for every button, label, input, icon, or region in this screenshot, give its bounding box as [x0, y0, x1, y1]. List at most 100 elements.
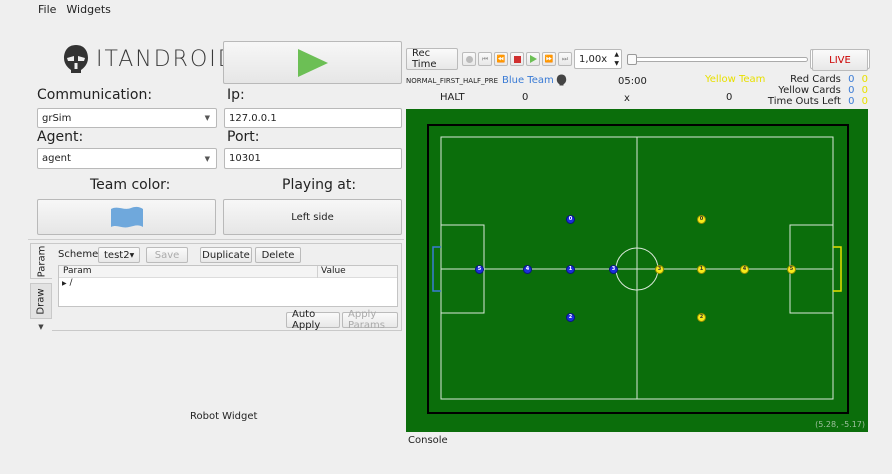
col-divider: [317, 266, 318, 278]
blue-team-label: Blue Team: [502, 74, 567, 86]
blue-robot[interactable]: 4: [523, 265, 532, 274]
red-cards-blue: 0: [848, 74, 855, 85]
vertical-tabs: Param Draw ▼: [30, 243, 52, 341]
yellow-cards-blue: 0: [848, 85, 855, 96]
live-label: LIVE: [829, 54, 851, 66]
rewind-icon[interactable]: ⏪: [494, 52, 508, 66]
delete-button[interactable]: Delete: [255, 247, 301, 263]
yellow-robot[interactable]: 0: [697, 215, 706, 224]
param-tree[interactable]: Param Value ▶ /: [58, 265, 398, 307]
stage-label: NORMAL_FIRST_HALF_PRE: [406, 77, 498, 85]
timeline-slider[interactable]: [627, 54, 808, 65]
scheme-label: Scheme:: [58, 249, 102, 260]
agent-value: agent: [42, 153, 71, 164]
chevron-down-icon: ▼: [129, 251, 135, 259]
yellow-cards-label: Yellow Cards: [778, 85, 841, 96]
yellow-score: 0: [726, 92, 733, 103]
team-color-button[interactable]: [37, 199, 216, 235]
scheme-select[interactable]: test2 ▼: [98, 247, 140, 263]
stop-icon[interactable]: [510, 52, 524, 66]
menu-bar: File Widgets: [0, 0, 892, 18]
robot-head-icon: [64, 45, 88, 73]
yellow-cards-yellow: 0: [861, 85, 868, 96]
match-time: 05:00: [618, 76, 647, 87]
play-small-icon[interactable]: [526, 52, 540, 66]
slider-handle[interactable]: [627, 54, 637, 65]
col-param: Param: [63, 266, 92, 276]
menu-file[interactable]: File: [38, 3, 56, 16]
port-value: 10301: [229, 153, 261, 164]
cursor-coordinates: (5.28, -5.17): [815, 420, 865, 429]
skip-start-icon[interactable]: ⏮: [478, 52, 492, 66]
agent-select[interactable]: agent ▼: [37, 148, 217, 169]
robot-widget-label: Robot Widget: [190, 411, 258, 422]
yellow-robot[interactable]: 3: [655, 265, 664, 274]
timeouts-blue: 0: [848, 96, 855, 107]
cards-panel: Red Cards 0 0 Yellow Cards 0 0 Time Outs…: [756, 74, 868, 107]
fast-forward-icon[interactable]: ⏩: [542, 52, 556, 66]
playback-toolbar: Rec Time ⏮ ⏪ ⏩ ⏭ 1,00x ▲▼ 0: [406, 48, 870, 72]
play-icon: [297, 48, 328, 77]
tab-param-label: Param: [36, 245, 48, 277]
play-button[interactable]: [223, 41, 402, 84]
port-label: Port:: [227, 129, 260, 145]
menu-widgets[interactable]: Widgets: [66, 3, 110, 16]
yellow-cards-row: Yellow Cards 0 0: [756, 85, 868, 96]
tab-scroll-down-icon[interactable]: ▼: [30, 321, 52, 333]
tree-header: Param Value: [59, 266, 397, 278]
blue-robot[interactable]: 1: [566, 265, 575, 274]
blue-robot[interactable]: 0: [566, 215, 575, 224]
tree-row-root[interactable]: ▶ /: [59, 278, 397, 288]
agent-label: Agent:: [37, 129, 84, 145]
chevron-down-icon: ▼: [204, 154, 210, 163]
save-button[interactable]: Save: [146, 247, 188, 263]
blue-score: 0: [522, 92, 529, 103]
speed-value: 1,00x: [579, 53, 608, 65]
ip-label: Ip:: [227, 87, 245, 103]
red-cards-label: Red Cards: [790, 74, 841, 85]
yellow-robot[interactable]: 2: [697, 313, 706, 322]
red-cards-row: Red Cards 0 0: [756, 74, 868, 85]
param-panel: Scheme: test2 ▼ Save Duplicate Delete Pa…: [52, 243, 402, 331]
ip-value: 127.0.0.1: [229, 112, 277, 124]
console-label: Console: [408, 435, 448, 446]
tab-draw-label: Draw: [35, 287, 47, 315]
expand-arrow-icon[interactable]: ▶: [62, 280, 67, 287]
skip-end-icon[interactable]: ⏭: [558, 52, 572, 66]
tree-root-label: /: [69, 278, 73, 288]
side-button-label: Left side: [291, 211, 334, 223]
flag-icon: [110, 206, 143, 228]
communication-select[interactable]: grSim ▼: [37, 108, 217, 128]
apply-params-button[interactable]: Apply Params: [342, 309, 398, 331]
rec-time-button[interactable]: Rec Time: [406, 48, 458, 70]
duplicate-button[interactable]: Duplicate: [200, 247, 252, 263]
robot-head-icon: [556, 74, 566, 86]
blue-team-name: Blue Team: [502, 74, 554, 86]
timeouts-yellow: 0: [861, 96, 868, 107]
spin-arrows-icon[interactable]: ▲ ▼: [614, 50, 619, 68]
timeouts-row: Time Outs Left 0 0: [756, 96, 868, 107]
auto-apply-button[interactable]: Auto Apply: [286, 309, 340, 331]
live-button[interactable]: LIVE: [812, 49, 868, 71]
playing-at-label: Playing at:: [282, 177, 357, 193]
scheme-value: test2: [104, 249, 130, 261]
tab-param[interactable]: Param: [30, 243, 52, 279]
blue-robot[interactable]: 2: [566, 313, 575, 322]
col-value: Value: [321, 266, 346, 276]
timeouts-label: Time Outs Left: [767, 96, 841, 107]
score-separator: x: [624, 93, 630, 104]
yellow-robot[interactable]: 1: [697, 265, 706, 274]
side-button[interactable]: Left side: [223, 199, 402, 235]
blue-robot[interactable]: 3: [609, 265, 618, 274]
tab-draw[interactable]: Draw: [30, 283, 52, 319]
yellow-robot[interactable]: 5: [787, 265, 796, 274]
record-icon[interactable]: [462, 52, 476, 66]
blue-robot[interactable]: 5: [475, 265, 484, 274]
referee-command: HALT: [440, 92, 465, 103]
yellow-robot[interactable]: 4: [740, 265, 749, 274]
ip-input[interactable]: 127.0.0.1: [224, 108, 402, 128]
soccer-field[interactable]: 0 5 4 1 3 2 0 3 1 4 5 2 (5.28, -5.17): [406, 109, 868, 432]
speed-spinbox[interactable]: 1,00x ▲ ▼: [574, 49, 622, 69]
port-input[interactable]: 10301: [224, 148, 402, 169]
communication-label: Communication:: [37, 87, 153, 103]
